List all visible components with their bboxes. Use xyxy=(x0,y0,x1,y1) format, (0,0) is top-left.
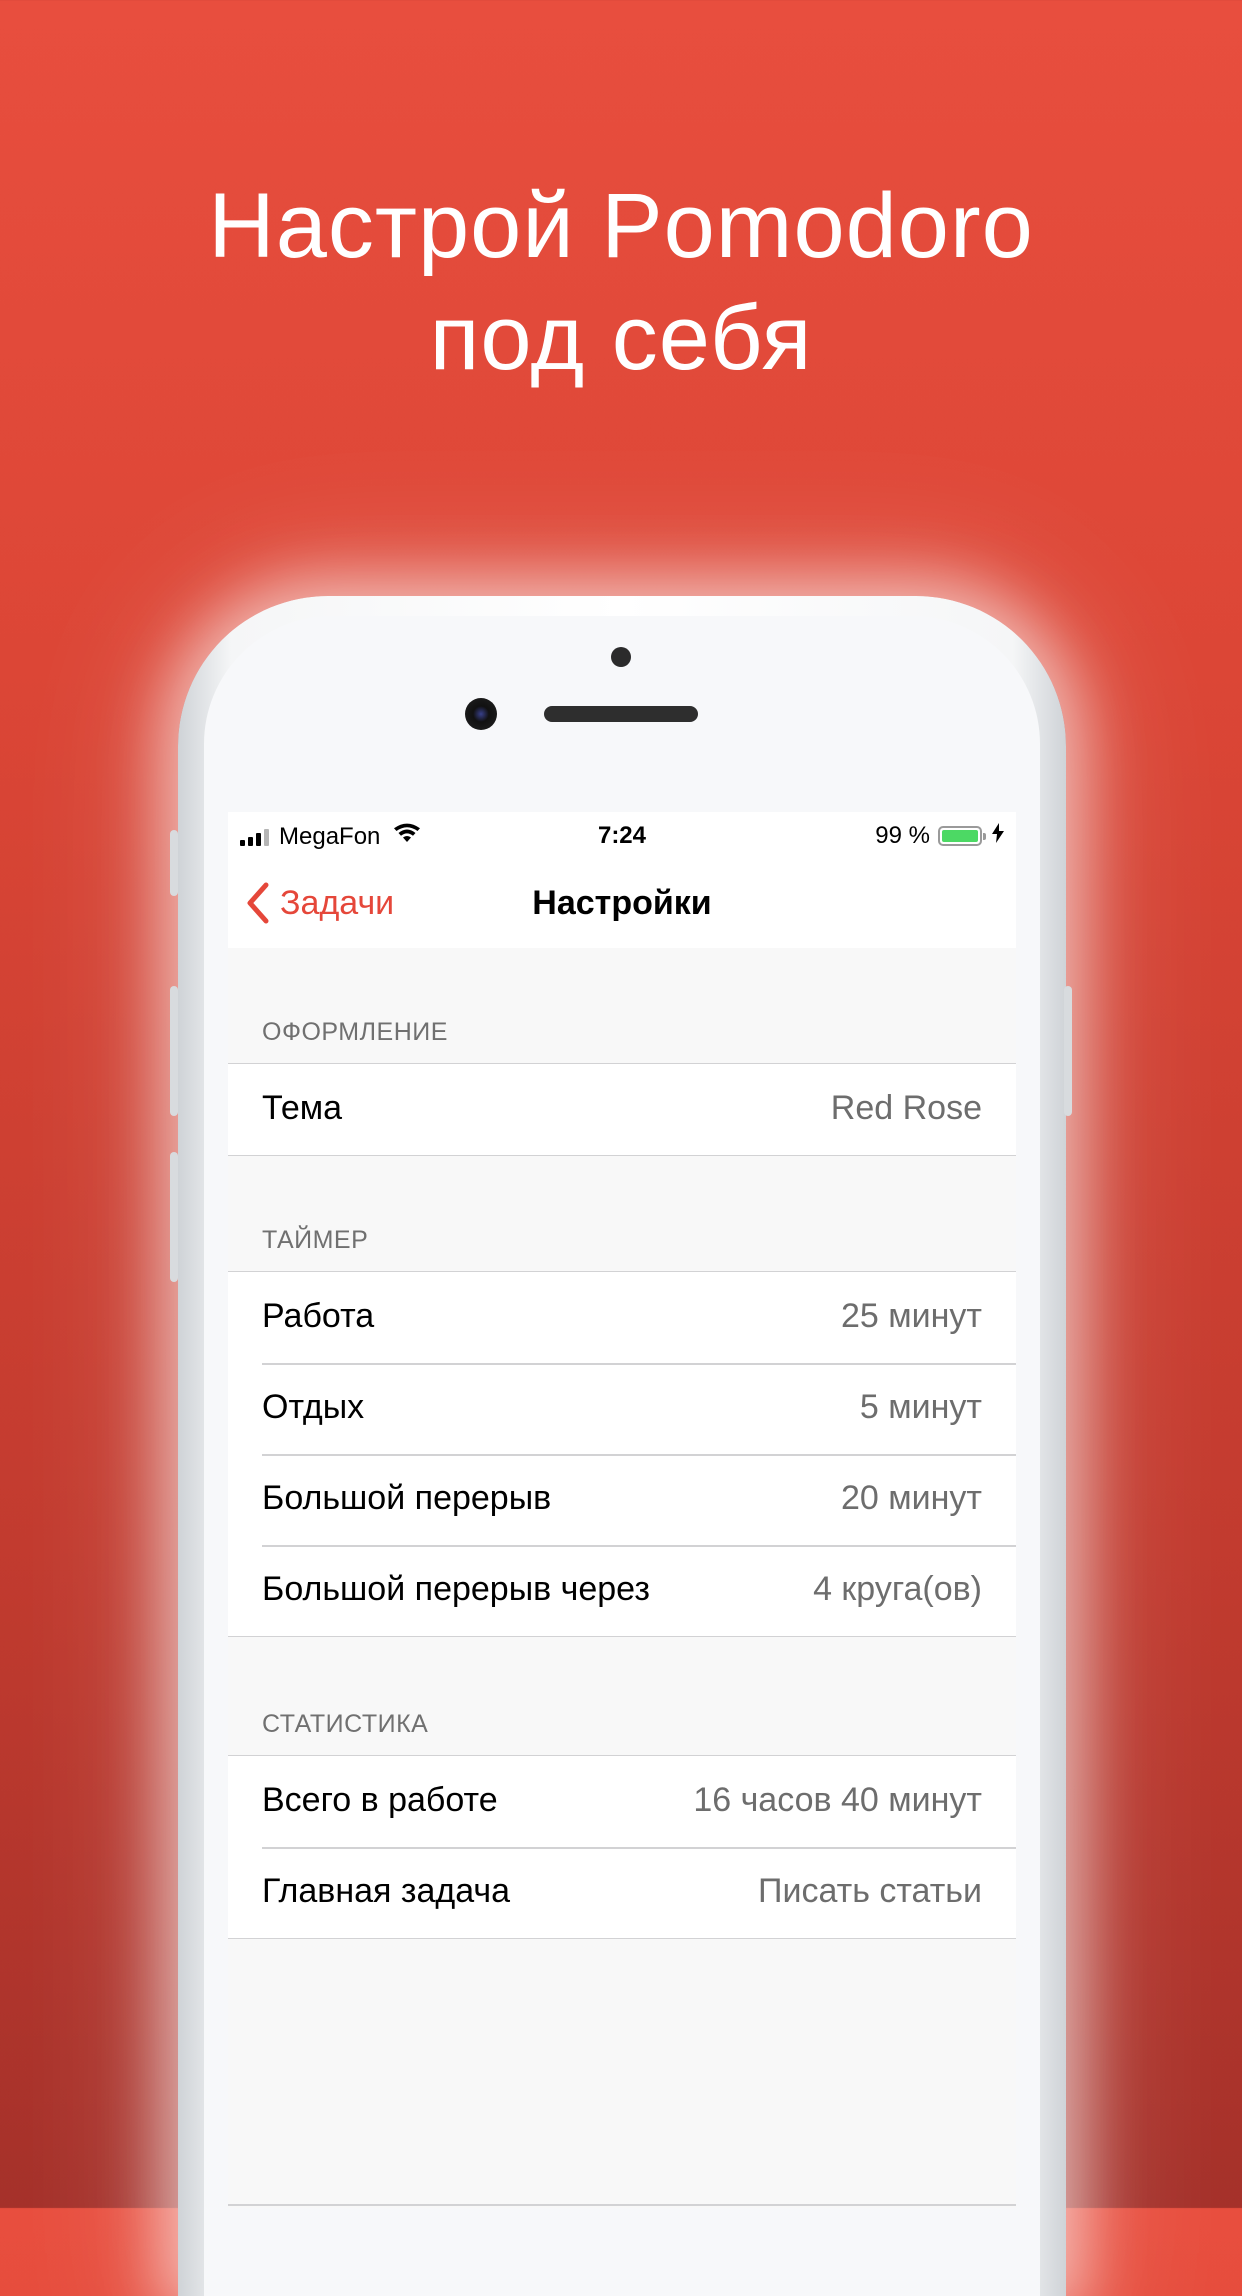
battery-percentage: 99 % xyxy=(875,822,930,849)
statistics-group: Всего в работе 16 часов 40 минут Главная… xyxy=(228,1755,1016,1939)
headline-line-2: под себя xyxy=(429,287,813,389)
settings-row-main-task[interactable]: Главная задача Писать статьи xyxy=(228,1847,1016,1938)
row-label: Отдых xyxy=(262,1388,365,1426)
phone-volume-down xyxy=(170,1152,178,1282)
settings-row-theme[interactable]: Тема Red Rose xyxy=(228,1064,1016,1155)
row-label: Большой перерыв через xyxy=(262,1570,650,1608)
settings-row-long-break-after[interactable]: Большой перерыв через 4 круга(ов) xyxy=(228,1545,1016,1636)
settings-row-rest[interactable]: Отдых 5 минут xyxy=(228,1363,1016,1454)
phone-power-button xyxy=(1064,986,1072,1116)
headline-line-1: Настрой Pomodoro xyxy=(208,175,1034,277)
charging-bolt-icon xyxy=(992,822,1004,850)
settings-row-long-break[interactable]: Большой перерыв 20 минут xyxy=(228,1454,1016,1545)
proximity-sensor xyxy=(611,647,631,667)
row-value: Писать статьи xyxy=(758,1872,982,1910)
row-value: 20 минут xyxy=(841,1479,982,1517)
row-label: Большой перерыв xyxy=(262,1479,552,1517)
tab-bar-divider xyxy=(228,2204,1016,2206)
settings-screen: MegaFon 7:24 99 % Задачи Настройки ОФОРМ… xyxy=(228,812,1016,2208)
row-label: Тема xyxy=(262,1089,343,1127)
promo-headline: Настрой Pomodoro под себя xyxy=(0,170,1242,394)
row-label: Главная задача xyxy=(262,1872,510,1910)
earpiece-speaker xyxy=(544,706,698,722)
row-value: Red Rose xyxy=(830,1089,982,1127)
front-camera xyxy=(465,698,497,730)
row-value: 5 минут xyxy=(859,1388,982,1426)
page-title: Настройки xyxy=(532,884,712,922)
row-value: 4 круга(ов) xyxy=(813,1570,982,1608)
timer-group: Работа 25 минут Отдых 5 минут Большой пе… xyxy=(228,1271,1016,1637)
phone-volume-up xyxy=(170,986,178,1116)
settings-row-work[interactable]: Работа 25 минут xyxy=(228,1272,1016,1363)
row-value: 25 минут xyxy=(841,1297,982,1335)
row-label: Всего в работе xyxy=(262,1781,498,1819)
row-value: 16 часов 40 минут xyxy=(693,1781,982,1819)
battery-icon xyxy=(938,826,986,846)
appearance-group: Тема Red Rose xyxy=(228,1063,1016,1156)
settings-row-total-work[interactable]: Всего в работе 16 часов 40 минут xyxy=(228,1756,1016,1847)
row-label: Работа xyxy=(262,1297,375,1335)
phone-mute-switch xyxy=(170,830,178,896)
section-header-timer: ТАЙМЕР xyxy=(262,1226,369,1254)
section-header-appearance: ОФОРМЛЕНИЕ xyxy=(262,1018,448,1046)
navigation-bar: Задачи Настройки xyxy=(228,860,1016,948)
section-header-statistics: СТАТИСТИКА xyxy=(262,1710,429,1738)
status-bar: MegaFon 7:24 99 % xyxy=(228,812,1016,860)
